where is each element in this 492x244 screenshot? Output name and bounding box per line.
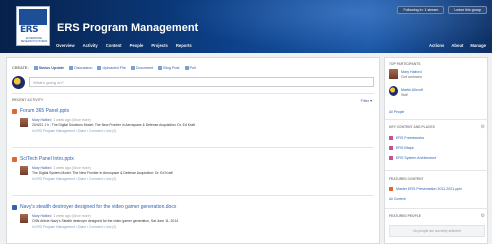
nav-activity[interactable]: Activity bbox=[83, 43, 98, 48]
featured-content-heading: FEATURED CONTENT bbox=[389, 177, 424, 181]
avatar[interactable] bbox=[20, 118, 28, 127]
participant-role: Civil contractor bbox=[401, 75, 423, 79]
divider bbox=[12, 93, 374, 94]
activity-body: Mary Halford 1 week ago (Once more) CNN … bbox=[12, 212, 372, 236]
activity-title-text[interactable]: Forum 365 Panel.pptx bbox=[20, 108, 69, 114]
gear-icon[interactable]: ⚙ bbox=[481, 213, 485, 219]
blog-post-option[interactable]: Blog Post bbox=[158, 66, 180, 70]
empty-state: No people are currently selected bbox=[389, 225, 485, 237]
divider bbox=[12, 147, 374, 148]
activity-body: Mary Halford 1 week ago (Once more) 20/4… bbox=[12, 116, 372, 140]
divider bbox=[385, 119, 489, 120]
avatar[interactable] bbox=[389, 86, 398, 96]
activity-author[interactable]: Mary Halford 1 week ago (Once more) bbox=[32, 166, 91, 170]
file-icon bbox=[12, 204, 17, 210]
nav-content[interactable]: Content bbox=[106, 43, 122, 48]
nav-reports[interactable]: Reports bbox=[176, 43, 192, 48]
activity-actions[interactable]: In ERS Program Management • Share • Comm… bbox=[32, 129, 116, 133]
activity-actions[interactable]: In ERS Program Management • Share • Comm… bbox=[32, 177, 116, 181]
header-actions: Actions About Manage bbox=[429, 43, 486, 48]
nav-projects[interactable]: Projects bbox=[151, 43, 168, 48]
logo-subtext: ENTERPRISE RESEARCH SYSTEMS bbox=[20, 37, 48, 43]
group-nav: Overview Activity Content People Project… bbox=[56, 43, 192, 48]
group-header: ERS ENTERPRISE RESEARCH SYSTEMS ERS Prog… bbox=[0, 0, 492, 53]
create-label: CREATE: bbox=[12, 66, 29, 70]
participant-name[interactable]: Mary Halford bbox=[401, 70, 422, 74]
key-item[interactable]: ERS Bfape bbox=[389, 146, 414, 150]
activity-title[interactable]: Forum 365 Panel.pptx bbox=[12, 108, 372, 114]
group-title: ERS Program Management bbox=[57, 22, 199, 34]
document-icon bbox=[130, 66, 135, 70]
status-icon bbox=[33, 66, 38, 70]
recent-activity-heading: RECENT ACTIVITY bbox=[12, 98, 44, 102]
all-people-link[interactable]: All People bbox=[389, 110, 404, 114]
divider bbox=[12, 195, 374, 196]
activity-author[interactable]: Mary Halford 1 week ago (Once more) bbox=[32, 214, 91, 218]
poll-icon bbox=[184, 66, 189, 70]
sidebar: TOP PARTICIPANTS Mary Halford Civil cont… bbox=[384, 57, 489, 244]
create-bar: CREATE: Status Update Discussion Uploade… bbox=[12, 66, 196, 70]
activity-item: Forum 365 Panel.pptx Mary Halford 1 week… bbox=[12, 108, 372, 140]
activity-author[interactable]: Mary Halford 1 week ago (Once more) bbox=[32, 118, 91, 122]
logo-text: ERS bbox=[20, 25, 39, 35]
logo-emblem bbox=[19, 9, 47, 25]
key-content-heading: KEY CONTENT AND PLACES bbox=[389, 125, 435, 129]
page: ERS ENTERPRISE RESEARCH SYSTEMS ERS Prog… bbox=[0, 0, 492, 244]
activity-description: 20/4/21 1 h : The Digital Solutions Mode… bbox=[32, 123, 195, 127]
blog-icon bbox=[158, 66, 163, 70]
activity-column: CREATE: Status Update Discussion Uploade… bbox=[6, 57, 380, 244]
discussion-icon bbox=[69, 66, 74, 70]
header-buttons: Following in: 1 stream Leave this group bbox=[397, 6, 487, 14]
status-update-option[interactable]: Status Update bbox=[33, 66, 64, 70]
key-item[interactable]: ERS Frameworks bbox=[389, 136, 424, 140]
activity-title-text[interactable]: SciTech Panel Intro.pptx bbox=[20, 156, 74, 162]
top-participants-heading: TOP PARTICIPANTS bbox=[389, 62, 421, 66]
activity-title[interactable]: SciTech Panel Intro.pptx bbox=[12, 156, 372, 162]
avatar[interactable] bbox=[20, 214, 28, 223]
place-icon bbox=[389, 136, 393, 140]
file-icon bbox=[12, 156, 17, 162]
status-composer: What's going on? bbox=[12, 75, 374, 89]
status-input[interactable]: What's going on? bbox=[29, 77, 374, 87]
activity-body: Mary Halford 1 week ago (Once more) The … bbox=[12, 164, 372, 188]
featured-item[interactable]: Master ERS Presentation 2011.2021.pptx bbox=[389, 187, 462, 191]
activity-actions[interactable]: In ERS Program Management • Share • Comm… bbox=[32, 225, 116, 229]
nav-overview[interactable]: Overview bbox=[56, 43, 75, 48]
place-icon bbox=[389, 146, 393, 150]
about-link[interactable]: About bbox=[451, 43, 463, 48]
place-icon bbox=[389, 156, 393, 160]
following-button[interactable]: Following in: 1 stream bbox=[397, 6, 445, 14]
manage-menu[interactable]: Manage bbox=[470, 43, 486, 48]
file-icon bbox=[12, 108, 17, 114]
leave-group-button[interactable]: Leave this group bbox=[448, 6, 487, 14]
participant-role: Staff bbox=[401, 93, 408, 97]
activity-title-text[interactable]: Navy's stealth destroyer designed for th… bbox=[20, 204, 176, 210]
discussion-option[interactable]: Discussion bbox=[69, 66, 92, 70]
upload-icon bbox=[97, 66, 102, 70]
divider bbox=[385, 170, 489, 171]
gear-icon[interactable]: ⚙ bbox=[481, 124, 485, 130]
all-content-link[interactable]: All Content bbox=[389, 197, 406, 201]
document-option[interactable]: Document bbox=[130, 66, 153, 70]
activity-item: Navy's stealth destroyer designed for th… bbox=[12, 204, 372, 236]
key-item[interactable]: ERS System Architecture bbox=[389, 156, 436, 160]
participant-name[interactable]: Martin Allcroft bbox=[401, 88, 423, 92]
poll-option[interactable]: Poll bbox=[184, 66, 196, 70]
file-icon bbox=[389, 187, 393, 191]
user-avatar[interactable] bbox=[12, 75, 25, 89]
activity-description: The Digital System Model: The New Fronti… bbox=[32, 171, 173, 175]
activity-title[interactable]: Navy's stealth destroyer designed for th… bbox=[12, 204, 372, 210]
featured-people-heading: FEATURED PEOPLE bbox=[389, 214, 421, 218]
actions-menu[interactable]: Actions bbox=[429, 43, 444, 48]
filter-dropdown[interactable]: Filter ▾ bbox=[361, 98, 372, 103]
ers-logo[interactable]: ERS ENTERPRISE RESEARCH SYSTEMS bbox=[16, 6, 50, 46]
avatar[interactable] bbox=[389, 69, 398, 79]
avatar[interactable] bbox=[20, 166, 28, 175]
nav-people[interactable]: People bbox=[130, 43, 144, 48]
divider bbox=[385, 208, 489, 209]
activity-item: SciTech Panel Intro.pptx Mary Halford 1 … bbox=[12, 156, 372, 188]
activity-description: CNN Article Navy's Stealth destroyer des… bbox=[32, 219, 179, 223]
upload-file-option[interactable]: Uploaded File bbox=[97, 66, 126, 70]
